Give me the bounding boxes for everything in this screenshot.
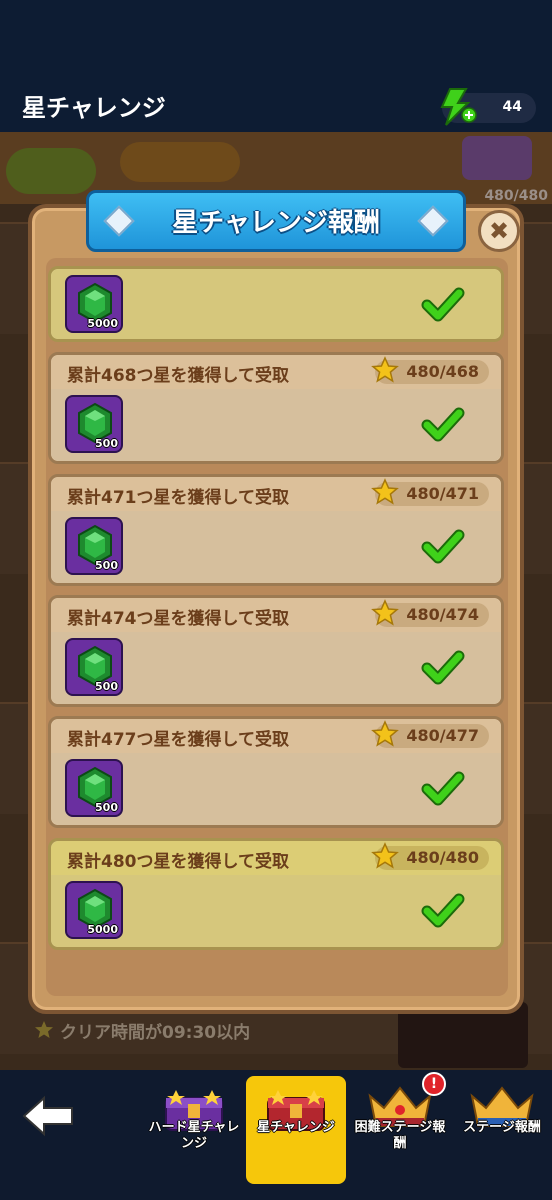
reward-quantity: 5000 — [87, 317, 118, 330]
gem-reward-item[interactable]: 500 — [65, 638, 123, 696]
reward-card: 累計480つ星を獲得して受取 480/480 5000 — [48, 838, 504, 950]
back-arrow-icon[interactable] — [20, 1092, 76, 1140]
clear-condition-text: クリア時間が09:30以内 — [60, 1023, 251, 1043]
gem-reward-item[interactable]: 5000 — [65, 881, 123, 939]
star-progress: 480/468 — [371, 356, 489, 384]
close-button[interactable]: ✖ — [478, 210, 520, 252]
energy-value: 44 — [502, 99, 522, 115]
star-icon — [35, 1021, 53, 1038]
reward-quantity: 500 — [95, 801, 118, 814]
reward-card-header: 累計471つ星を獲得して受取 480/471 — [51, 477, 501, 511]
reward-condition: 累計468つ星を獲得して受取 — [67, 366, 289, 386]
star-icon — [371, 842, 399, 869]
reward-condition: 累計477つ星を獲得して受取 — [67, 730, 289, 750]
checkmark-icon — [421, 529, 465, 564]
energy-counter[interactable]: 44 — [440, 88, 536, 126]
top-bar: 星チャレンジ 44 — [0, 0, 552, 132]
star-progress: 480/477 — [371, 720, 489, 748]
page-title: 星チャレンジ — [22, 94, 166, 122]
star-progress: 480/474 — [371, 599, 489, 627]
reward-card-body: 500 — [51, 389, 501, 461]
reward-card: 累計477つ星を獲得して受取 480/477 500 — [48, 716, 504, 828]
tab-star-challenge[interactable]: 星チャレンジ — [246, 1076, 346, 1184]
checkmark-icon — [421, 407, 465, 442]
tab-label: 困難ステージ報酬 — [354, 1120, 446, 1151]
star-icon — [371, 478, 399, 505]
checkmark-icon — [421, 771, 465, 806]
background-chest-icon — [462, 136, 532, 180]
tab-stage-reward[interactable]: ステージ報酬 — [452, 1076, 552, 1184]
checkmark-icon — [421, 287, 465, 322]
reward-quantity: 500 — [95, 680, 118, 693]
star-progress-text: 480/477 — [406, 726, 479, 745]
reward-card-header: 累計474つ星を獲得して受取 480/474 — [51, 598, 501, 632]
reward-card-header: 累計468つ星を獲得して受取 480/468 — [51, 355, 501, 389]
star-icon — [371, 599, 399, 626]
gem-reward-item[interactable]: 500 — [65, 395, 123, 453]
tab-hard-star-challenge[interactable]: ハード星チャレンジ — [144, 1076, 244, 1184]
reward-quantity: 500 — [95, 437, 118, 450]
star-progress-text: 480/468 — [406, 362, 479, 381]
bottom-nav: ハード星チャレンジ 星チャレンジ ! 困難ステージ報酬 ステージ報酬 — [0, 1070, 552, 1200]
star-progress-text: 480/480 — [406, 848, 479, 867]
background-decor — [120, 142, 240, 182]
reward-condition: 累計471つ星を獲得して受取 — [67, 488, 289, 508]
star-progress: 480/471 — [371, 478, 489, 506]
reward-card: 累計474つ星を獲得して受取 480/474 500 — [48, 595, 504, 707]
reward-card-body: 500 — [51, 632, 501, 704]
reward-card-header: 累計480つ星を獲得して受取 480/480 — [51, 841, 501, 875]
checkmark-icon — [421, 650, 465, 685]
gem-reward-item[interactable]: 500 — [65, 759, 123, 817]
tab-label: 星チャレンジ — [257, 1120, 335, 1135]
reward-card-body: 500 — [51, 753, 501, 825]
checkmark-icon — [421, 893, 465, 928]
modal-title: 星チャレンジ報酬 — [172, 208, 380, 238]
notification-badge: ! — [422, 1072, 446, 1096]
reward-quantity: 5000 — [87, 923, 118, 936]
background-progress: 480/480 — [484, 188, 548, 204]
reward-card-body: 5000 — [51, 269, 501, 339]
tab-label: ステージ報酬 — [463, 1120, 541, 1135]
gem-reward-item[interactable]: 5000 — [65, 275, 123, 333]
tab-label: ハード星チャレンジ — [148, 1120, 240, 1151]
reward-card-body: 5000 — [51, 875, 501, 947]
star-progress-text: 480/474 — [406, 605, 479, 624]
reward-card-body: 500 — [51, 511, 501, 583]
tab-hard-stage-reward[interactable]: ! 困難ステージ報酬 — [350, 1072, 450, 1184]
modal-title-banner: 星チャレンジ報酬 — [86, 190, 466, 252]
reward-card: 5000 — [48, 266, 504, 342]
star-progress-text: 480/471 — [406, 484, 479, 503]
star-icon — [371, 720, 399, 747]
reward-condition: 累計480つ星を獲得して受取 — [67, 852, 289, 872]
gem-reward-item[interactable]: 500 — [65, 517, 123, 575]
reward-condition: 累計474つ星を獲得して受取 — [67, 609, 289, 629]
star-progress: 480/480 — [371, 842, 489, 870]
energy-bolt-icon — [440, 88, 477, 126]
star-icon — [371, 356, 399, 383]
reward-quantity: 500 — [95, 559, 118, 572]
reward-card: 累計468つ星を獲得して受取 480/468 500 — [48, 352, 504, 464]
close-icon: ✖ — [488, 217, 510, 245]
background-decor — [6, 148, 96, 194]
reward-card-header: 累計477つ星を獲得して受取 480/477 — [51, 719, 501, 753]
reward-card: 累計471つ星を獲得して受取 480/471 500 — [48, 474, 504, 586]
